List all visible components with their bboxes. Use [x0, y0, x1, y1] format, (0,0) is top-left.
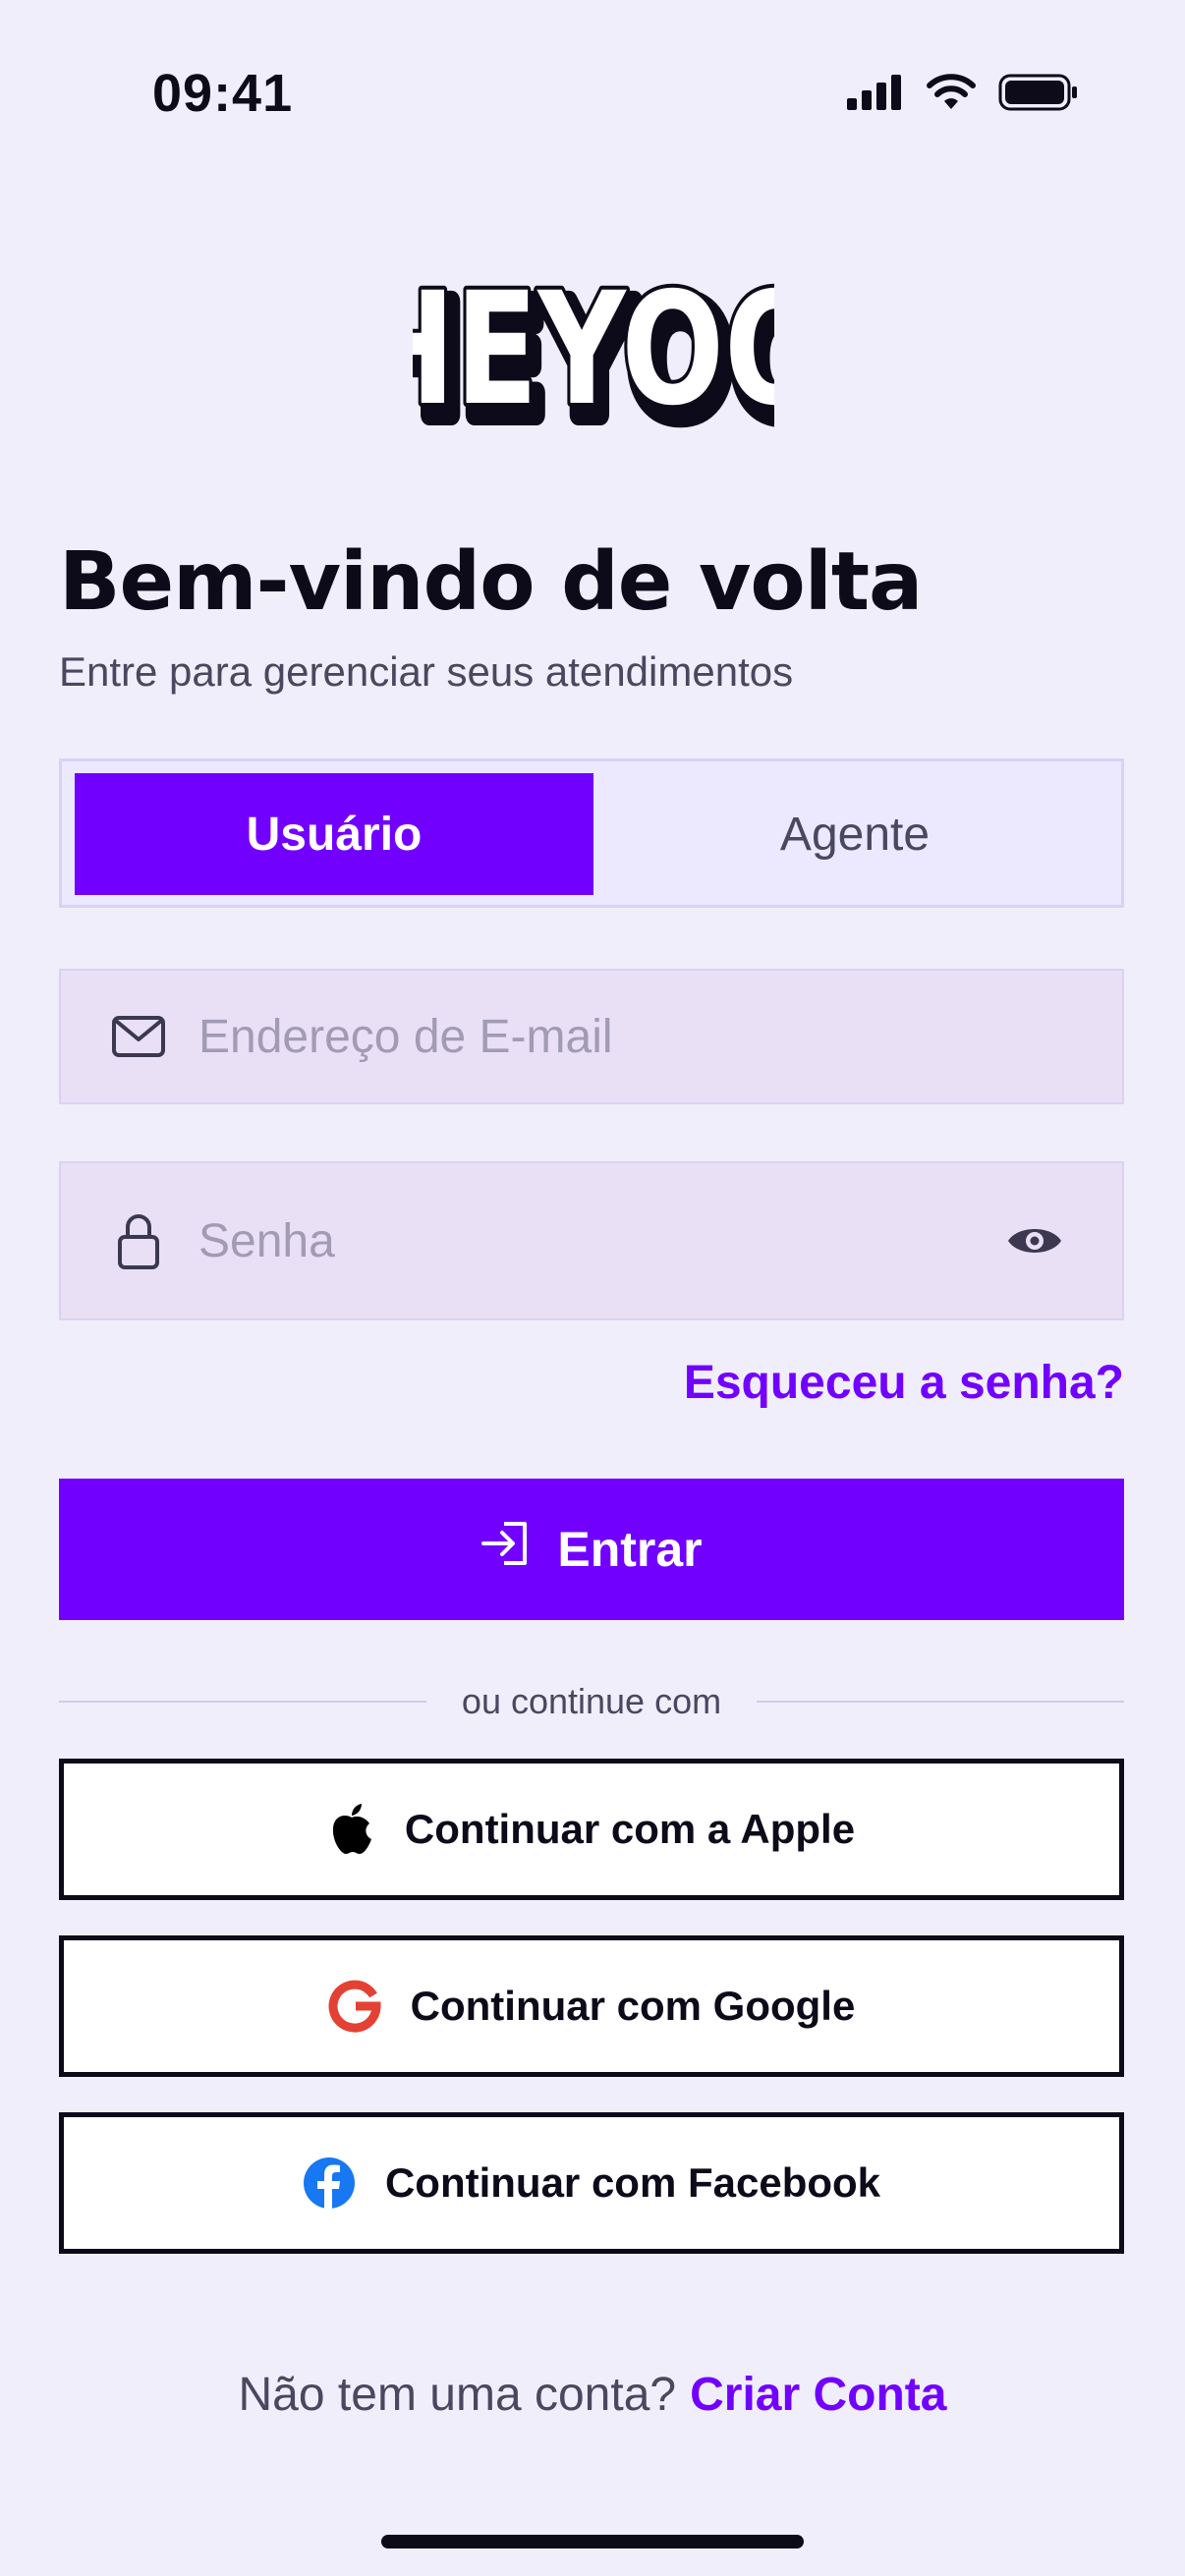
divider-label: ou continue com	[461, 1681, 722, 1721]
signup-row: Não tem uma conta? Criar Conta	[0, 2368, 1185, 2422]
signup-prompt: Não tem uma conta?	[238, 2369, 677, 2421]
role-segmented-control: Usuário Agente	[59, 758, 1124, 908]
page-subtitle: Entre para gerenciar seus atendimentos	[59, 648, 794, 695]
signal-icon	[847, 75, 901, 110]
battery-icon	[998, 74, 1077, 111]
heyoo-logo: HEYOO HEYOO	[413, 255, 774, 447]
login-button-label: Entrar	[557, 1522, 703, 1577]
password-input[interactable]	[197, 1212, 1006, 1269]
apple-signin-button[interactable]: Continuar com a Apple	[59, 1759, 1124, 1900]
create-account-link[interactable]: Criar Conta	[690, 2369, 946, 2421]
page-title: Bem-vindo de volta	[59, 535, 923, 629]
apple-icon	[332, 1804, 371, 1854]
logo-text: HEYOO	[413, 259, 774, 440]
home-indicator	[381, 2535, 804, 2548]
mail-icon	[110, 1015, 167, 1058]
forgot-password-link[interactable]: Esqueceu a senha?	[684, 1356, 1124, 1410]
login-icon	[480, 1521, 530, 1578]
email-input[interactable]	[197, 1008, 1122, 1065]
email-field[interactable]	[59, 969, 1124, 1104]
lock-icon	[110, 1211, 167, 1270]
password-field[interactable]	[59, 1161, 1124, 1320]
status-time: 09:41	[152, 64, 294, 123]
facebook-icon	[303, 2157, 355, 2210]
google-button-label: Continuar com Google	[410, 1983, 856, 2029]
apple-button-label: Continuar com a Apple	[404, 1806, 856, 1852]
google-icon	[328, 1980, 381, 2033]
wifi-icon	[927, 74, 976, 109]
tab-agent[interactable]: Agente	[595, 773, 1114, 895]
login-button[interactable]: Entrar	[59, 1479, 1124, 1620]
google-signin-button[interactable]: Continuar com Google	[59, 1935, 1124, 2077]
status-icons	[847, 73, 1079, 112]
facebook-button-label: Continuar com Facebook	[384, 2159, 881, 2206]
facebook-signin-button[interactable]: Continuar com Facebook	[59, 2112, 1124, 2254]
divider: ou continue com	[59, 1680, 1125, 1723]
eye-icon[interactable]	[1006, 1222, 1063, 1260]
tab-user[interactable]: Usuário	[75, 773, 593, 895]
